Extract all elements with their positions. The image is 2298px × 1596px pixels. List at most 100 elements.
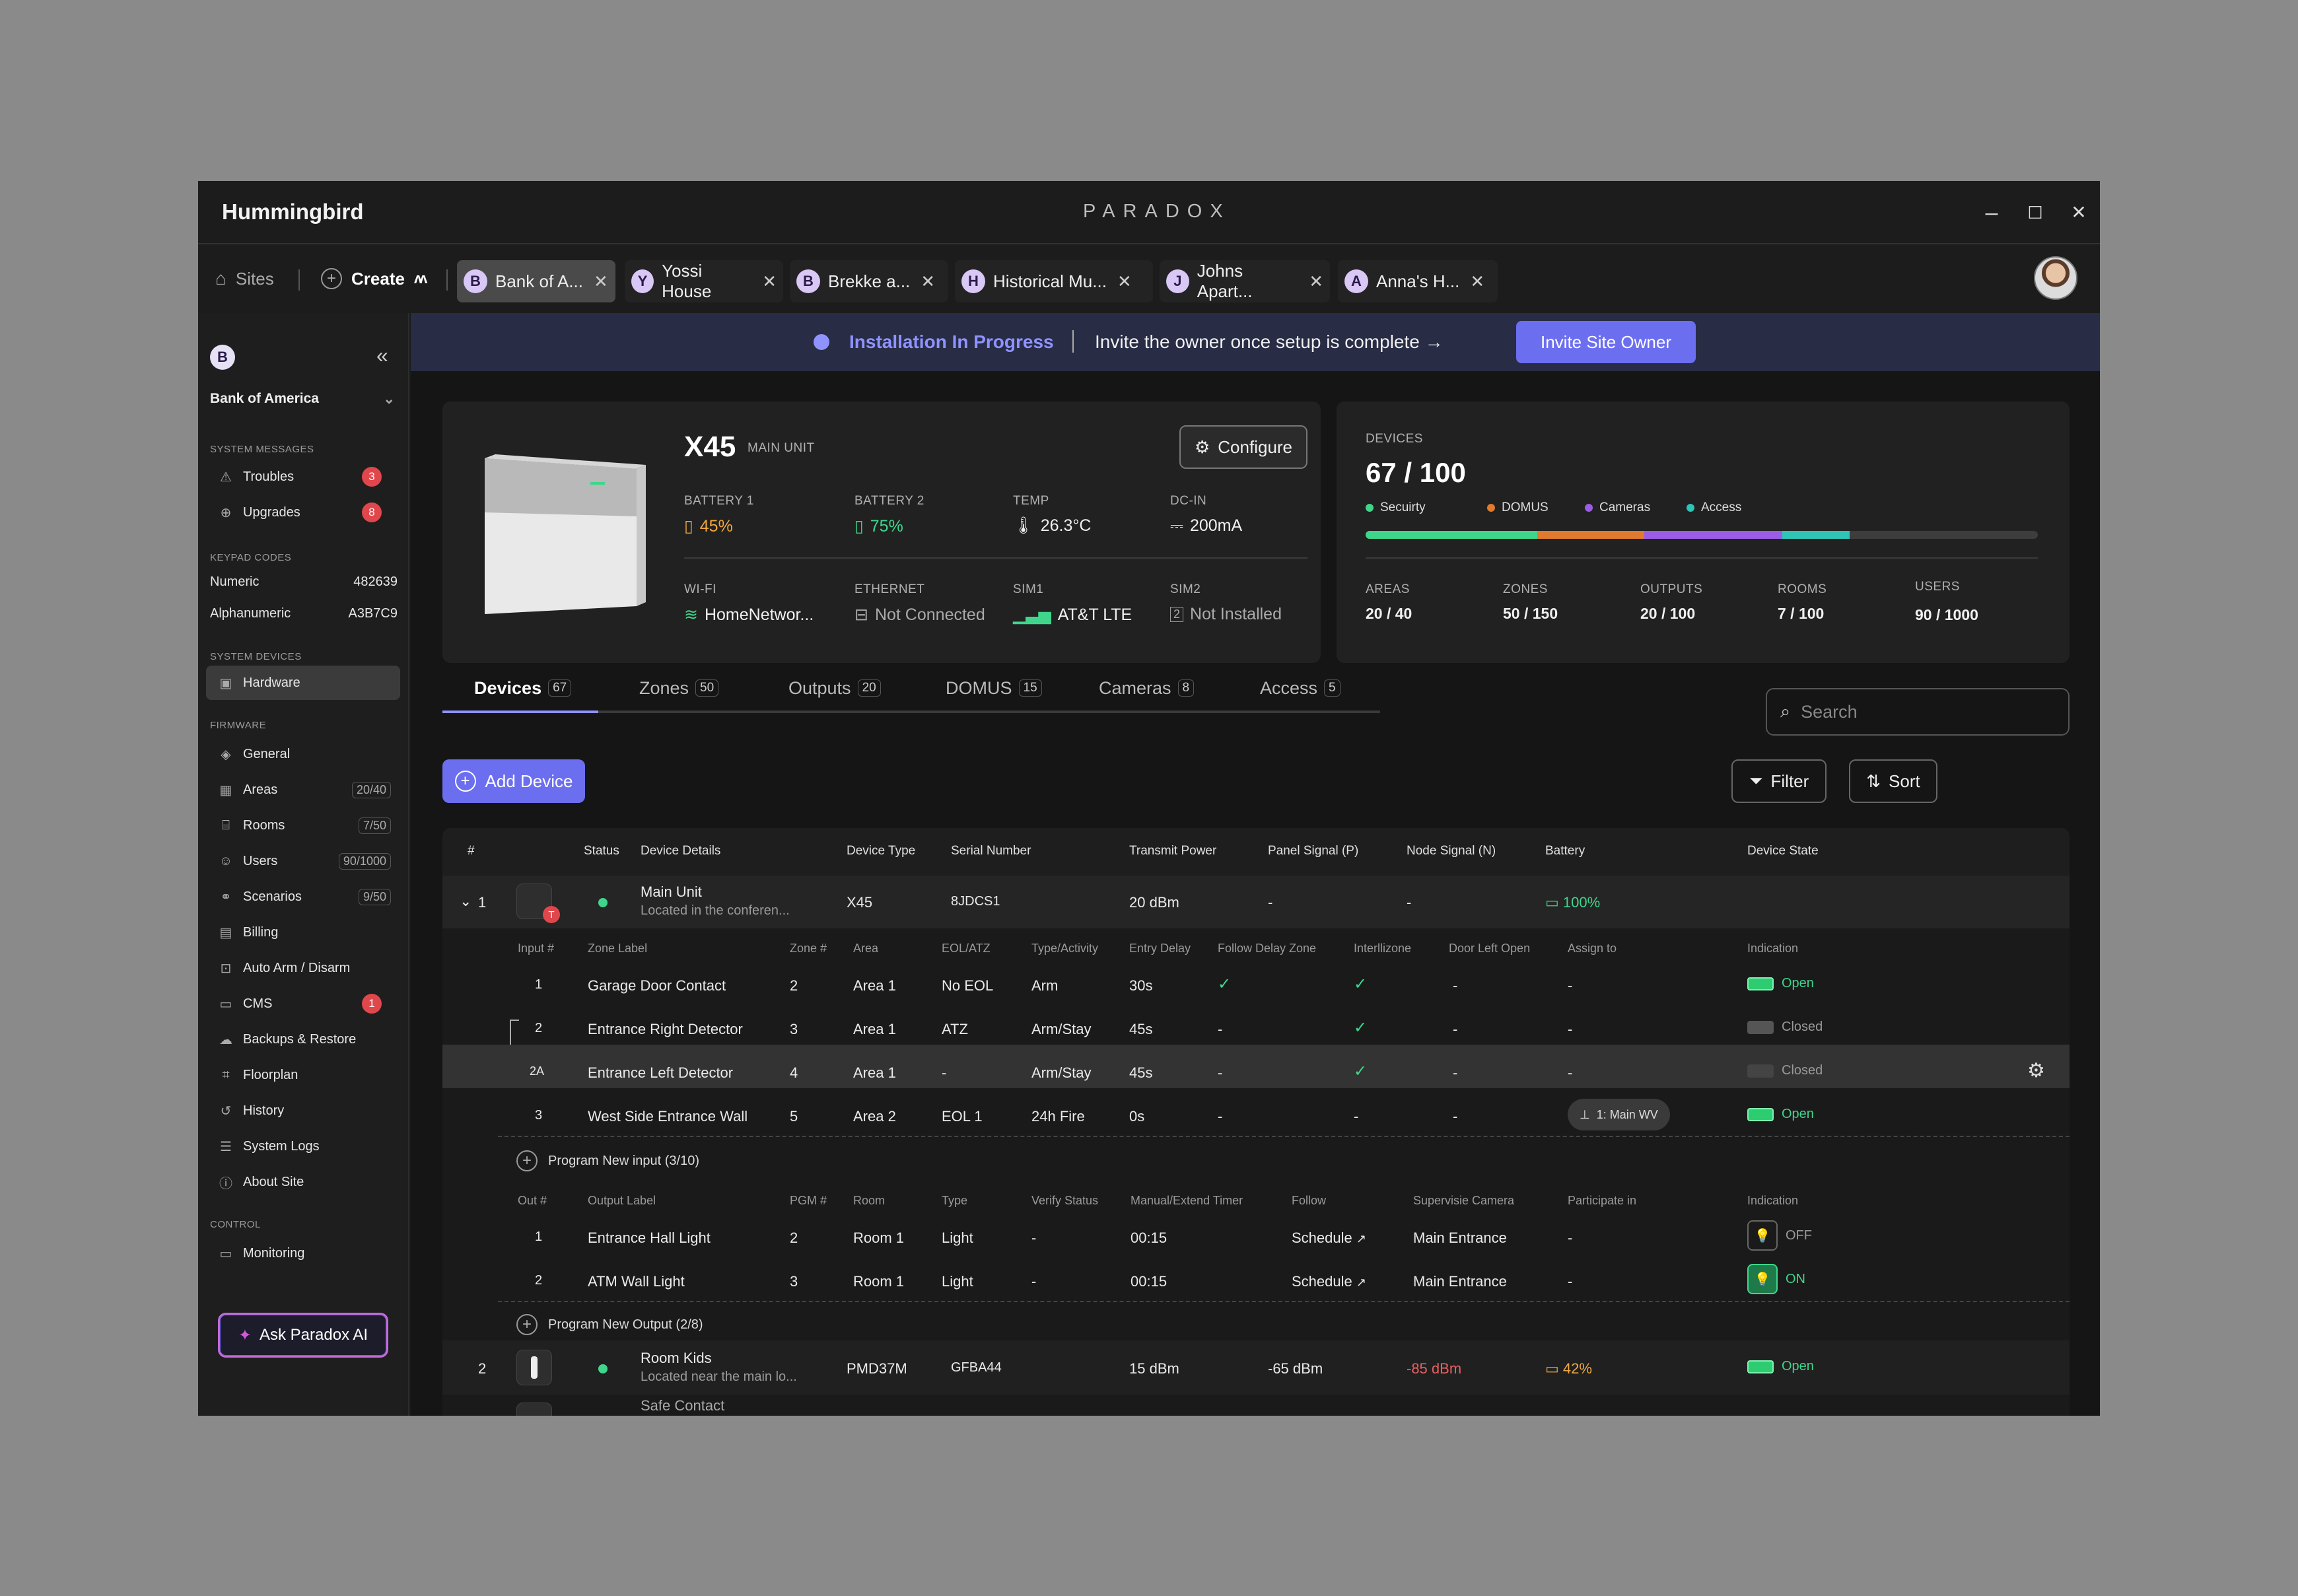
count-chip: 90/1000 — [338, 852, 391, 870]
keypad-label: Numeric — [210, 574, 260, 589]
sidebar-item-rooms[interactable]: ⌸ Rooms 7/50 — [206, 808, 400, 843]
add-device-button[interactable]: + Add Device — [442, 759, 585, 803]
tab-outputs[interactable]: Outputs 20 — [788, 663, 881, 713]
sort-button[interactable]: ⇅ Sort — [1849, 759, 1937, 803]
sidebar-item-label: System Logs — [243, 1138, 320, 1154]
sidebar-item-cms[interactable]: ▭ CMS 1 — [206, 987, 400, 1021]
assign-chip[interactable]: ⊥ 1: Main WV — [1568, 1099, 1670, 1130]
sidebar-item-hardware[interactable]: ▣ Hardware — [206, 666, 400, 700]
sidebar-item-billing[interactable]: ▤ Billing — [206, 915, 400, 950]
indication[interactable]: 💡 ON — [1747, 1264, 1805, 1294]
panel-signal: -65 dBm — [1268, 1360, 1323, 1377]
legend-label: Secuirty — [1380, 501, 1426, 514]
site-tab[interactable]: B Bank of A... ✕ — [457, 260, 615, 302]
chevron-down-icon: ⌄ — [383, 392, 395, 407]
status-dot — [598, 1364, 608, 1373]
legend-item: Cameras — [1585, 501, 1650, 515]
keypad-value: 482639 — [353, 574, 398, 589]
sidebar-item-upgrades[interactable]: ⊕ Upgrades 8 — [206, 495, 400, 530]
site-tab[interactable]: J Johns Apart... ✕ — [1160, 260, 1330, 302]
plus-icon: + — [321, 268, 342, 289]
sidebar-item-system-logs[interactable]: ☰ System Logs — [206, 1129, 400, 1163]
maximize-button[interactable]: ☐ — [2017, 194, 2054, 231]
banner-message: Invite the owner once setup is complete … — [1095, 331, 1444, 352]
section-title: SYSTEM DEVICES — [210, 651, 302, 662]
serial-number: 8JDCS1 — [951, 894, 1000, 909]
battery-value: ▭ 100% — [1545, 894, 1600, 911]
site-tab[interactable]: H Historical Mu... ✕ — [955, 260, 1153, 302]
history-icon: ↺ — [220, 1103, 232, 1119]
main-unit-card: X45 MAIN UNIT ⚙ Configure BATTERY 1 ▯ 45%… — [442, 401, 1321, 663]
sidebar-item-history[interactable]: ↺ History — [206, 1093, 400, 1128]
brand-logo: PARADOX — [1083, 201, 1231, 222]
tab-domus[interactable]: DOMUS 15 — [946, 663, 1042, 713]
sites-nav[interactable]: ⌂ Sites — [215, 264, 274, 293]
close-button[interactable]: ✕ — [2060, 194, 2097, 231]
verify-status: - — [1031, 1273, 1037, 1290]
site-selector[interactable]: Bank of America ⌄ — [210, 391, 401, 407]
expand-chevron-icon[interactable]: ⌄ — [460, 893, 471, 910]
sidebar-item-scenarios[interactable]: ⚭ Scenarios 9/50 — [206, 880, 400, 914]
minimize-button[interactable]: – — [1973, 194, 2010, 231]
close-tab-icon[interactable]: ✕ — [1309, 271, 1323, 292]
sidebar-item-backups[interactable]: ☁ Backups & Restore — [206, 1022, 400, 1057]
sidebar-item-auto-arm[interactable]: ⊡ Auto Arm / Disarm — [206, 951, 400, 985]
close-tab-icon[interactable]: ✕ — [921, 271, 935, 292]
sidebar-item-general[interactable]: ◈ General — [206, 737, 400, 771]
sidebar-item-label: Auto Arm / Disarm — [243, 960, 351, 975]
tab-cameras[interactable]: Cameras 8 — [1099, 663, 1195, 713]
sidebar-item-users[interactable]: ☺ Users 90/1000 — [206, 844, 400, 878]
sim1-value: ▁▃▅ AT&T LTE — [1013, 605, 1132, 625]
filter-button[interactable]: ⏷ Filter — [1731, 759, 1827, 803]
invite-owner-button[interactable]: Invite Site Owner — [1516, 321, 1696, 363]
stat-value: 20 / 100 — [1640, 605, 1696, 622]
gear-icon[interactable]: ⚙ — [2027, 1059, 2045, 1082]
table-row[interactable] — [442, 1340, 2070, 1395]
tab-label: DOMUS — [946, 677, 1012, 698]
sidebar-item-areas[interactable]: ▦ Areas 20/40 — [206, 773, 400, 807]
device-name: Main Unit — [641, 884, 702, 900]
site-tab[interactable]: B Brekke a... ✕ — [790, 260, 948, 302]
site-tab[interactable]: A Anna's H... ✕ — [1338, 260, 1498, 302]
temp-label: TEMP — [1013, 494, 1049, 508]
indicator-swatch — [1747, 1020, 1774, 1034]
follow-link[interactable]: Schedule ↗ — [1292, 1273, 1366, 1290]
check-icon: ✓ — [1354, 1062, 1368, 1080]
sidebar-item-monitoring[interactable]: ▭ Monitoring — [206, 1236, 400, 1270]
program-output-button[interactable]: + Program New Output (2/8) — [516, 1314, 703, 1335]
sort-label: Sort — [1889, 771, 1920, 791]
follow-link[interactable]: Schedule ↗ — [1292, 1230, 1366, 1247]
program-input-button[interactable]: + Program New input (3/10) — [516, 1150, 699, 1171]
tab-access[interactable]: Access 5 — [1260, 663, 1340, 713]
close-tab-icon[interactable]: ✕ — [762, 271, 777, 292]
indication[interactable]: 💡 OFF — [1747, 1220, 1812, 1251]
indication-text: ON — [1786, 1271, 1805, 1286]
sidebar-item-troubles[interactable]: ⚠ Troubles 3 — [206, 460, 400, 494]
create-button[interactable]: + Create ʌʌ — [321, 264, 428, 293]
configure-button[interactable]: ⚙ Configure — [1179, 425, 1307, 469]
sidebar-item-about[interactable]: ⓘ About Site — [206, 1165, 400, 1199]
close-tab-icon[interactable]: ✕ — [594, 271, 608, 292]
close-tab-icon[interactable]: ✕ — [1470, 271, 1484, 292]
device-type: X45 — [847, 894, 873, 911]
output-type: Light — [942, 1273, 973, 1290]
legend-dot — [1487, 504, 1495, 512]
ask-ai-button[interactable]: ✦ Ask Paradox AI — [218, 1313, 388, 1358]
search-input[interactable]: ⌕ Search — [1766, 688, 2070, 736]
participate-in: - — [1568, 1273, 1573, 1290]
door-left-open: - — [1453, 977, 1458, 994]
sub-header: Assign to — [1568, 942, 1617, 955]
door-left-open: - — [1453, 1108, 1458, 1125]
close-tab-icon[interactable]: ✕ — [1117, 271, 1132, 292]
collapse-icon[interactable]: « — [376, 343, 388, 368]
site-tab[interactable]: Y Yossi House ✕ — [625, 260, 783, 302]
column-header: Battery — [1545, 844, 1585, 858]
user-avatar[interactable] — [2034, 256, 2077, 300]
plus-icon: + — [516, 1314, 538, 1335]
tab-devices[interactable]: Devices 67 — [474, 663, 572, 713]
sidebar-item-floorplan[interactable]: ⌗ Floorplan — [206, 1058, 400, 1092]
sim1-text: AT&T LTE — [1057, 605, 1132, 624]
zone-label: West Side Entrance Wall — [588, 1108, 748, 1125]
sub-header: PGM # — [790, 1194, 827, 1207]
tab-zones[interactable]: Zones 50 — [639, 663, 719, 713]
